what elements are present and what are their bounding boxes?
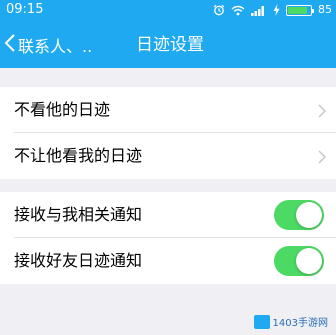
nav-bar: 联系人、.. 日迹设置 [0, 26, 336, 64]
battery-percent: 85 [318, 3, 332, 16]
setting-label: 接收与我相关通知 [14, 205, 143, 224]
chevron-right-icon [318, 149, 327, 168]
related-notifications-toggle[interactable] [274, 200, 324, 230]
setting-row-block-my-moments[interactable]: 不让他看我的日迹 [0, 133, 336, 179]
settings-group-privacy: 不看他的日迹 不让他看我的日迹 [0, 87, 336, 179]
chevron-right-icon [318, 103, 327, 122]
setting-row-related-notifications: 接收与我相关通知 [0, 192, 336, 238]
alarm-icon [213, 4, 225, 16]
battery-level [288, 6, 307, 14]
setting-row-friend-moments-notifications: 接收好友日迹通知 [0, 238, 336, 284]
status-time: 09:15 [6, 2, 44, 17]
toggle-knob [296, 202, 322, 228]
status-bar: 09:15 85 [0, 0, 336, 20]
signal-icon [251, 5, 267, 16]
watermark: 1403手游网 [253, 314, 328, 329]
charging-icon [273, 4, 280, 16]
setting-label: 不让他看我的日迹 [14, 146, 143, 165]
toggle-knob [296, 248, 322, 274]
page-title: 日迹设置 [136, 35, 204, 55]
battery-icon [286, 4, 314, 16]
setting-label: 不看他的日迹 [14, 100, 111, 119]
wifi-icon [231, 5, 245, 16]
status-icons: 85 [213, 2, 332, 18]
setting-row-hide-their-moments[interactable]: 不看他的日迹 [0, 87, 336, 133]
watermark-logo [253, 314, 270, 329]
friend-moments-notifications-toggle[interactable] [274, 246, 324, 276]
setting-label: 接收好友日迹通知 [14, 251, 143, 270]
app-header: 09:15 85 联系人、.. 日迹设置 [0, 0, 336, 68]
watermark-text: 1403手游网 [272, 318, 328, 329]
settings-group-notifications: 接收与我相关通知 接收好友日迹通知 [0, 192, 336, 284]
